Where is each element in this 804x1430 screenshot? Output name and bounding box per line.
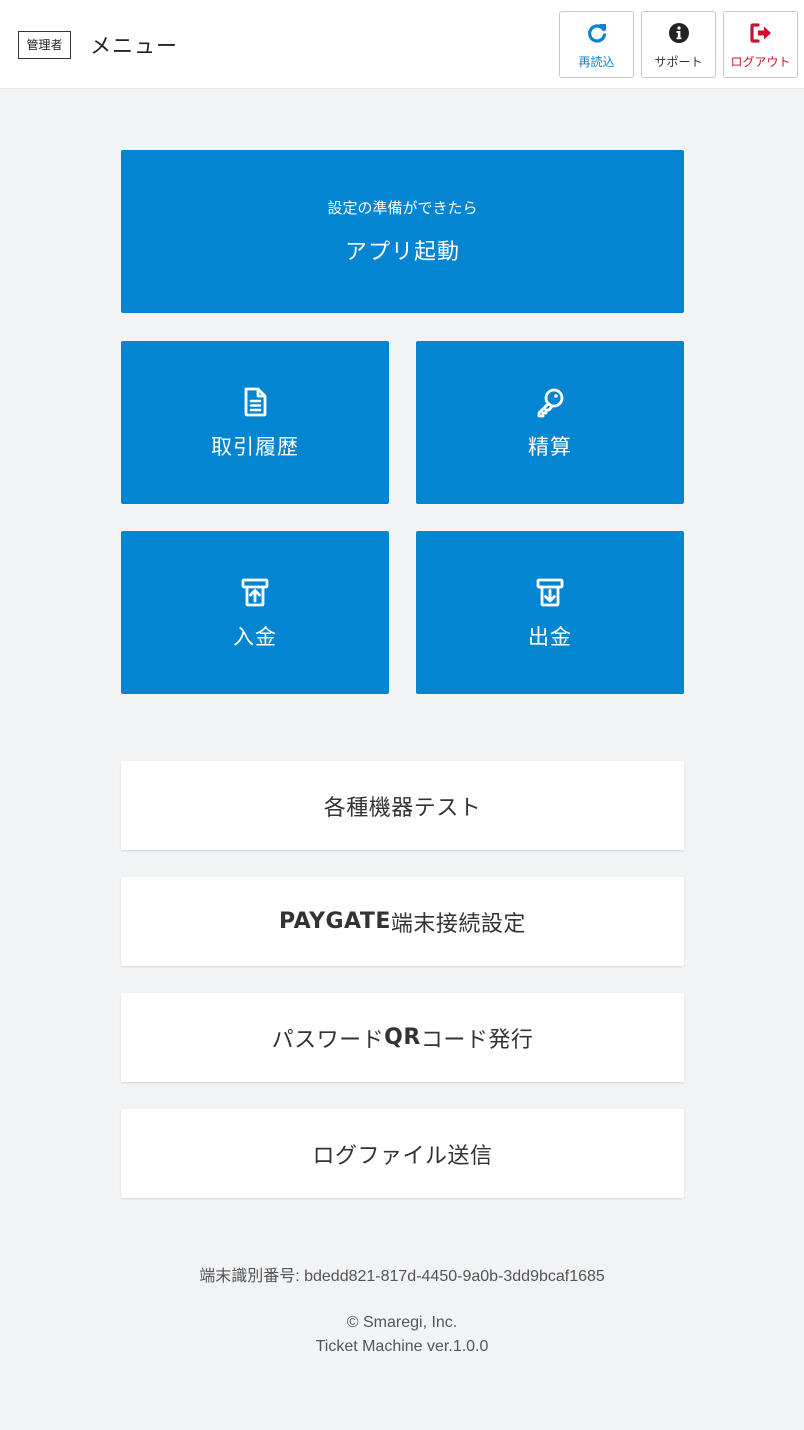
device-test-label: 各種機器テスト — [323, 795, 482, 821]
document-icon — [244, 387, 267, 416]
reload-label: 再読込 — [578, 55, 615, 69]
launch-subtitle: 設定の準備ができたら — [327, 199, 478, 217]
deposit-label: 入金 — [233, 624, 277, 649]
deposit-button[interactable]: 入金 — [121, 531, 389, 694]
device-id-label: 端末識別番号 — [199, 1268, 296, 1285]
footer-info: © Smaregi, Inc. Ticket Machine ver.1.0.0 — [0, 1311, 804, 1359]
logout-icon — [749, 23, 771, 43]
role-badge: 管理者 — [18, 31, 71, 59]
support-button[interactable]: サポート — [641, 11, 716, 78]
paygate-brand: PAYGATE — [279, 909, 391, 934]
password-qr-button[interactable]: パスワード QR コード発行 — [121, 993, 684, 1082]
header-bar: 管理者 メニュー 再読込 サポート ログアウト — [0, 0, 804, 89]
send-log-label: ログファイル送信 — [312, 1143, 493, 1169]
transaction-history-label: 取引履歴 — [211, 434, 299, 459]
reload-button[interactable]: 再読込 — [559, 11, 634, 78]
version-text: Ticket Machine ver.1.0.0 — [315, 1338, 489, 1355]
cash-in-icon — [241, 578, 269, 606]
paygate-settings-button[interactable]: PAYGATE 端末接続設定 — [121, 877, 684, 966]
launch-label: アプリ起動 — [344, 240, 460, 265]
reload-icon — [587, 24, 606, 43]
support-label: サポート — [654, 55, 703, 69]
logout-button[interactable]: ログアウト — [723, 11, 798, 78]
logout-label: ログアウト — [730, 55, 791, 69]
withdraw-button[interactable]: 出金 — [416, 531, 684, 694]
device-id-value: : bdedd821-817d-4450-9a0b-3dd9bcaf1685 — [295, 1268, 605, 1285]
paygate-settings-label: 端末接続設定 — [390, 911, 526, 937]
password-qr-prefix: パスワード — [271, 1027, 385, 1053]
settlement-button[interactable]: 精算 — [416, 341, 684, 504]
withdraw-label: 出金 — [528, 624, 572, 649]
send-log-button[interactable]: ログファイル送信 — [121, 1109, 684, 1198]
transaction-history-button[interactable]: 取引履歴 — [121, 341, 389, 504]
launch-app-button[interactable]: 設定の準備ができたら アプリ起動 — [121, 150, 684, 313]
info-icon — [668, 23, 689, 43]
settlement-label: 精算 — [528, 434, 572, 459]
device-id: 端末識別番号: bdedd821-817d-4450-9a0b-3dd9bcaf… — [0, 1262, 804, 1286]
device-test-button[interactable]: 各種機器テスト — [121, 761, 684, 850]
key-icon — [537, 388, 564, 417]
page-title: メニュー — [90, 34, 178, 58]
password-qr-bold: QR — [384, 1025, 421, 1050]
password-qr-suffix: コード発行 — [420, 1027, 534, 1053]
copyright-text: © Smaregi, Inc. — [346, 1314, 458, 1331]
cash-out-icon — [536, 578, 564, 606]
